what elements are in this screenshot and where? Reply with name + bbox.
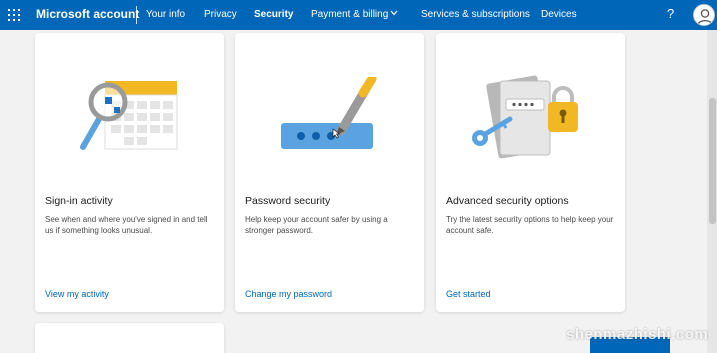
card-sign-in-activity: Sign-in activity See when and where you'… — [35, 33, 224, 312]
card-title: Advanced security options — [446, 195, 569, 207]
brand-title[interactable]: Microsoft account — [36, 7, 139, 22]
nav-payment-billing[interactable]: Payment & billing — [311, 8, 388, 21]
nav-services-subscriptions[interactable]: Services & subscriptions — [421, 8, 530, 21]
calendar-magnifier-icon — [80, 81, 178, 150]
change-password-link[interactable]: Change my password — [245, 289, 332, 300]
password-field-pen-icon — [281, 77, 377, 149]
app-launcher-icon[interactable] — [8, 9, 20, 21]
nav-your-info[interactable]: Your info — [146, 8, 185, 21]
card-description: Try the latest security options to help … — [446, 215, 614, 235]
document-key-lock-icon — [472, 75, 578, 159]
person-icon — [697, 9, 713, 25]
get-started-link[interactable]: Get started — [446, 289, 491, 300]
scrollbar-thumb[interactable] — [709, 98, 716, 224]
avatar[interactable] — [693, 4, 715, 26]
card-partial — [35, 323, 224, 353]
view-activity-link[interactable]: View my activity — [45, 289, 109, 300]
divider — [136, 6, 137, 24]
card-description: See when and where you've signed in and … — [45, 215, 208, 235]
chevron-down-icon[interactable] — [390, 8, 398, 18]
card-advanced-security: Advanced security options Try the latest… — [436, 33, 625, 312]
card-title: Password security — [245, 195, 331, 207]
help-icon[interactable]: ? — [667, 6, 674, 22]
nav-devices[interactable]: Devices — [541, 8, 577, 21]
card-title: Sign-in activity — [45, 195, 113, 207]
top-navigation-bar: Microsoft account Your info Privacy Secu… — [0, 0, 717, 30]
nav-privacy[interactable]: Privacy — [204, 8, 237, 21]
nav-security[interactable]: Security — [254, 8, 293, 21]
card-password-security: Password security Help keep your account… — [235, 33, 424, 312]
watermark: shenmazhishi.com — [566, 326, 709, 343]
card-description: Help keep your account safer by using a … — [245, 215, 388, 235]
